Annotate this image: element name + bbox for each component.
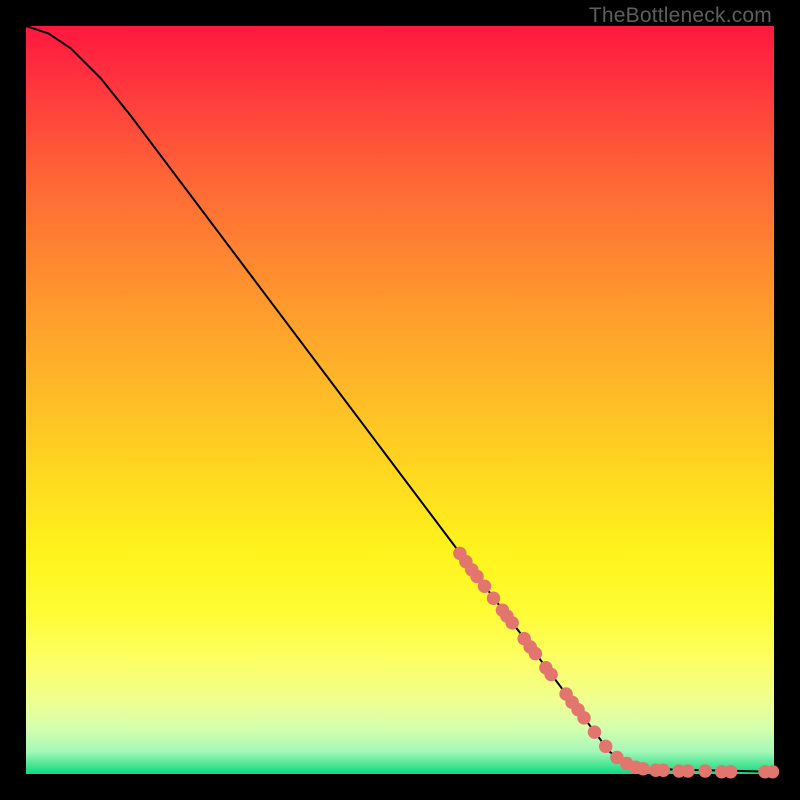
chart-svg (26, 26, 774, 774)
chart-area (26, 26, 774, 774)
data-point (577, 711, 590, 724)
data-point (657, 764, 670, 777)
data-point (529, 647, 542, 660)
data-point (766, 765, 779, 778)
data-point (681, 764, 694, 777)
data-point (588, 725, 601, 738)
watermark-text: TheBottleneck.com (589, 4, 772, 28)
data-point (636, 762, 649, 775)
data-point (505, 616, 518, 629)
data-point (478, 580, 491, 593)
data-point (724, 765, 737, 778)
data-point (544, 668, 557, 681)
data-points (453, 547, 779, 779)
data-point (698, 764, 711, 777)
data-point (599, 740, 612, 753)
bottleneck-curve (26, 26, 774, 772)
data-point (487, 591, 500, 604)
